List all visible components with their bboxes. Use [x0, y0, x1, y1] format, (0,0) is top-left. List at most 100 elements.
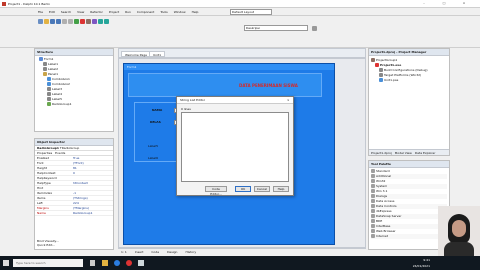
save-icon[interactable] [50, 19, 55, 24]
menu-item-refactor[interactable]: Refactor [90, 10, 103, 14]
stop-icon[interactable] [80, 19, 85, 24]
property-value[interactable]: RadioGroup1 [73, 211, 92, 215]
title-bar: Project1 - Delphi 10.1 Berlin – □ × [0, 0, 480, 8]
step-icon[interactable] [98, 19, 103, 24]
close-icon[interactable]: × [460, 1, 468, 6]
heading-panel[interactable]: DATA PENERIMAAN SISWA [128, 73, 322, 97]
expand-icon [371, 189, 375, 193]
tree-item[interactable]: RadioGroup1 [37, 102, 111, 107]
dialog-close-icon[interactable]: × [287, 98, 290, 103]
palette-category-label: Dialogs [376, 194, 388, 198]
property-name: Name [37, 211, 46, 215]
code-editor-button[interactable]: Code Editor... [205, 186, 227, 196]
property-row[interactable]: Name RadioGroup1 [35, 211, 113, 216]
palette-category-label: DataSnap Server [376, 214, 402, 218]
label-icon [47, 97, 51, 101]
trace-icon[interactable] [104, 19, 109, 24]
strings-textarea[interactable] [181, 112, 289, 182]
property-value[interactable]: -1 [73, 191, 76, 195]
form-icon [39, 57, 43, 61]
toolbar-search-input[interactable]: Deskripsi [244, 25, 308, 31]
property-name: HelpKeyword [37, 176, 57, 180]
webcam-body [444, 242, 474, 256]
structure-title: Structure [35, 49, 113, 56]
radiogroup-icon [47, 102, 51, 106]
heading-label: DATA PENERIMAAN SISWA [239, 83, 298, 88]
layout-select[interactable]: Default Layout [230, 9, 272, 15]
redo-icon[interactable] [68, 19, 73, 24]
search-icon[interactable] [312, 25, 318, 32]
combobox-icon [47, 77, 51, 81]
label-icon [47, 92, 51, 96]
debug-icon[interactable] [92, 19, 97, 24]
open-icon[interactable] [44, 19, 49, 24]
tab-properties[interactable]: Properties [37, 151, 52, 155]
clock-date: 24/01/2021 [412, 264, 430, 268]
ok-button[interactable]: OK [235, 186, 251, 192]
undo-icon[interactable] [62, 19, 67, 24]
tab-data-explorer[interactable]: Data Explorer [415, 150, 436, 155]
save-all-icon[interactable] [56, 19, 61, 24]
nama-label: NAMA [152, 108, 163, 112]
menu-item-view[interactable]: View [77, 10, 84, 14]
label6: Label6 [148, 156, 159, 160]
start-icon[interactable] [3, 260, 9, 266]
help-button[interactable]: Help [273, 186, 289, 192]
designer-tabstrip: Welcome Page Unit1 [118, 48, 366, 58]
property-value[interactable]: (TStrings) [73, 196, 88, 200]
property-value[interactable]: 0 [73, 171, 75, 175]
menu-item-file[interactable]: File [38, 10, 43, 14]
project-tree-item[interactable]: Unit1.pas [371, 78, 447, 83]
store-icon[interactable] [138, 260, 144, 266]
menu-item-window[interactable]: Window [174, 10, 186, 14]
group-icon [371, 58, 375, 62]
tab-project-dproj[interactable]: Project1.dproj [371, 150, 392, 155]
new-icon[interactable] [38, 19, 43, 24]
menu-item-run[interactable]: Run [125, 10, 131, 14]
quick-edit-link[interactable]: Quick Edit... [37, 243, 59, 247]
build-icon[interactable] [86, 19, 91, 24]
taskbar-search-input[interactable]: Type here to search [13, 259, 83, 267]
property-value[interactable]: (TMargins) [73, 206, 89, 210]
palette-category-label: Data Controls [376, 204, 397, 208]
menu-item-component[interactable]: Component [137, 10, 154, 14]
expand-icon [371, 199, 375, 203]
menu-item-search[interactable]: Search [61, 10, 71, 14]
cancel-button[interactable]: Cancel [254, 186, 270, 192]
property-value[interactable]: 81 [73, 166, 77, 170]
file-explorer-icon[interactable] [102, 260, 108, 266]
palette-category[interactable]: Internet [371, 234, 447, 239]
menu-item-help[interactable]: Help [192, 10, 199, 14]
run-icon[interactable] [74, 19, 79, 24]
edge-icon[interactable] [114, 260, 120, 266]
menu-item-tools[interactable]: Tools [160, 10, 167, 14]
property-value[interactable]: (TFont) [73, 161, 84, 165]
property-value[interactable]: 224 [73, 201, 79, 205]
task-view-icon[interactable] [90, 260, 95, 266]
config-icon [379, 68, 383, 72]
expand-icon [371, 229, 375, 233]
property-value[interactable]: True [73, 156, 79, 160]
tab-events[interactable]: Events [55, 151, 65, 155]
property-name: Hint [37, 186, 44, 190]
delphi-icon[interactable] [126, 260, 132, 266]
menu-item-edit[interactable]: Edit [49, 10, 55, 14]
menu-item-project[interactable]: Project [109, 10, 119, 14]
expand-icon [371, 214, 375, 218]
minimize-icon[interactable]: – [420, 1, 428, 6]
tab-unit1[interactable]: Unit1 [149, 51, 166, 57]
combobox-icon [47, 82, 51, 86]
tab-design[interactable]: Design [167, 249, 177, 254]
tab-model-view[interactable]: Model View [395, 150, 412, 155]
palette-category-label: Web Browser [376, 229, 396, 233]
project-manager: Project1.dproj - Project Manager Project… [368, 48, 450, 156]
tab-welcome-page[interactable]: Welcome Page [121, 51, 151, 57]
status-bar: 1: 1 Insert Code Design History [118, 248, 366, 254]
property-value[interactable]: htContext [73, 181, 88, 185]
tab-history[interactable]: History [185, 249, 196, 254]
property-name: HelpType [37, 181, 51, 185]
object-inspector: Object Inspector RadioGroup1 TRadioGroup… [34, 138, 114, 250]
maximize-icon[interactable]: □ [440, 1, 448, 6]
editor-mode: Insert [134, 250, 144, 254]
tab-code[interactable]: Code [151, 249, 159, 254]
